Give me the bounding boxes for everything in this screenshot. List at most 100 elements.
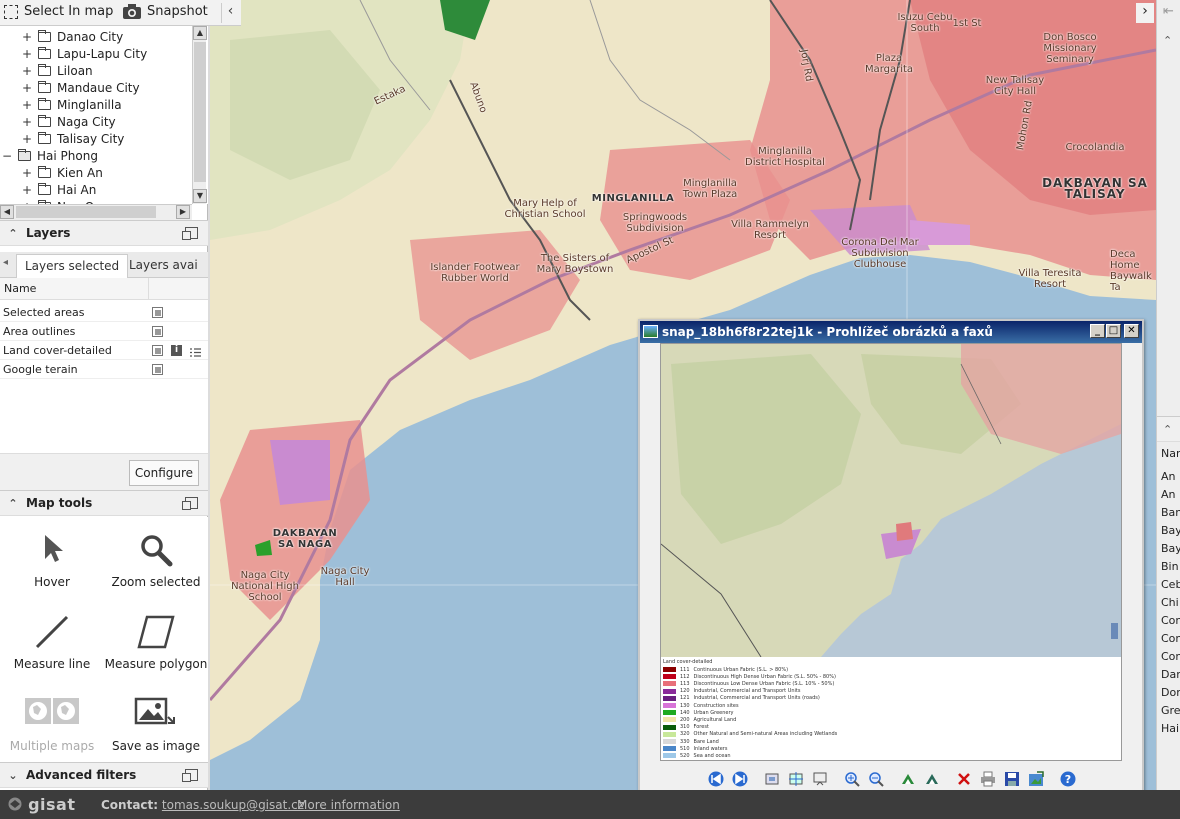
advanced-filters-section-header[interactable]: ⌄ Advanced filters [0,762,208,788]
right-list-item[interactable]: Dan [1161,668,1180,681]
expand-icon[interactable]: + [22,47,32,61]
tree-item[interactable]: + Kien An [22,164,103,181]
scroll-thumb[interactable] [16,206,156,218]
image-viewer-window[interactable]: snap_18bh6f8r22tej1k - Prohlížeč obrázků… [638,319,1144,800]
layer-row[interactable]: Area outlines [0,322,208,341]
tool-hover[interactable]: Hover [0,517,104,597]
close-button[interactable]: ✕ [1124,324,1139,338]
right-section-head[interactable]: ⌃ [1157,416,1180,442]
tree-item[interactable]: + Danao City [22,28,123,45]
tree-item[interactable]: + Lapu-Lapu City [22,45,147,62]
right-list-item[interactable]: An [1161,470,1176,483]
expand-icon[interactable]: + [22,166,32,180]
expand-icon[interactable]: + [22,98,32,112]
right-list-item[interactable]: Don [1161,686,1180,699]
select-in-map-button[interactable]: Select In map [4,4,113,19]
tree-item[interactable]: + Naga City [22,113,116,130]
right-list-item[interactable]: Con [1161,632,1180,645]
tool-measure-polygon[interactable]: Measure polygon [104,599,208,679]
expand-icon[interactable]: + [22,132,32,146]
tree-item[interactable]: + Hai An [22,181,96,198]
rotate-clockwise-icon[interactable] [900,771,916,787]
tab-scroll-left-icon[interactable]: ◂ [3,257,8,268]
collapse-left-icon[interactable]: ‹ [221,3,239,23]
tree-item[interactable]: + Minglanilla [22,96,122,113]
expand-icon[interactable]: + [22,183,32,197]
tool-zoom-selected[interactable]: Zoom selected [104,517,208,597]
right-list-item[interactable]: Con [1161,614,1180,627]
legend-swatch [663,688,676,694]
layer-row[interactable]: Google terain [0,360,208,379]
right-list-item[interactable]: Bin [1161,560,1179,573]
scroll-up-icon[interactable]: ▲ [193,26,207,40]
right-list-item[interactable]: Gre [1161,704,1180,717]
right-list-item[interactable]: Hai [1161,722,1179,735]
panel-end-icon[interactable]: ⇤ [1163,4,1174,19]
layer-row[interactable]: Selected areas [0,303,208,322]
tree-item[interactable]: + Talisay City [22,130,124,147]
minimize-button[interactable]: _ [1090,324,1105,338]
tab-layers-selected[interactable]: Layers selected [16,254,129,278]
slideshow-icon[interactable] [812,771,828,787]
right-list-item[interactable]: Bay [1161,542,1180,555]
right-list-item[interactable]: An [1161,488,1176,501]
save-icon[interactable] [1004,771,1020,787]
help-icon[interactable]: ? [1060,771,1076,787]
expand-icon[interactable]: + [22,115,32,129]
more-information-link[interactable]: More information [297,798,400,812]
next-image-icon[interactable] [732,771,748,787]
tree-vertical-scrollbar[interactable]: ▲ ▼ [192,26,207,204]
layers-section-header[interactable]: ⌃ Layers [0,220,208,246]
tool-multiple-maps[interactable]: Multiple maps [0,681,104,761]
zoom-out-icon[interactable] [868,771,884,787]
open-with-icon[interactable] [1028,771,1044,787]
gisat-logo[interactable]: gisat [8,795,75,814]
right-list-item[interactable]: Ceb [1161,578,1180,591]
right-list-item[interactable]: Con [1161,650,1180,663]
delete-icon[interactable] [956,771,972,787]
expand-icon[interactable]: + [22,81,32,95]
legend-icon[interactable] [190,345,201,357]
layer-row[interactable]: Land cover-detailed i [0,341,208,360]
collapse-icon[interactable]: − [2,149,12,163]
layer-opacity-icon[interactable] [152,326,163,337]
tool-save-as-image[interactable]: Save as image [104,681,208,761]
scroll-down-icon[interactable]: ▼ [193,189,207,203]
tree-item[interactable]: + Mandaue City [22,79,140,96]
expand-icon[interactable]: + [22,30,32,44]
map-tools-section-header[interactable]: ⌃ Map tools [0,490,208,516]
layer-opacity-icon[interactable] [152,307,163,318]
tree-item[interactable]: + Liloan [22,62,93,79]
scroll-right-icon[interactable]: ▶ [176,205,190,219]
layer-opacity-icon[interactable] [152,364,163,375]
configure-button[interactable]: Configure [129,460,199,486]
contact-email-link[interactable]: tomas.soukup@gisat.cz [162,798,304,812]
undock-icon[interactable] [182,227,198,240]
snapshot-button[interactable]: Snapshot [123,4,208,19]
right-list-item[interactable]: Bay [1161,524,1180,537]
expand-icon[interactable]: + [22,64,32,78]
tool-measure-line[interactable]: Measure line [0,599,104,679]
right-panel-collapse-icon[interactable]: › [1136,3,1154,23]
undock-icon[interactable] [182,497,198,510]
layer-opacity-icon[interactable] [152,345,163,356]
tree-item[interactable]: − Hai Phong [2,147,98,164]
right-list-item[interactable]: Chi [1161,596,1179,609]
previous-image-icon[interactable] [708,771,724,787]
right-list-item[interactable]: Ban [1161,506,1180,519]
rotate-counterclockwise-icon[interactable] [924,771,940,787]
scroll-thumb[interactable] [194,42,206,182]
actual-size-icon[interactable] [788,771,804,787]
tree-horizontal-scrollbar[interactable]: ◀ ▶ [0,204,192,220]
maximize-button[interactable]: □ [1106,324,1121,338]
tab-layers-available[interactable]: Layers avai [121,254,206,278]
chevron-up-icon[interactable]: ⌃ [1163,34,1172,47]
viewer-titlebar[interactable]: snap_18bh6f8r22tej1k - Prohlížeč obrázků… [640,321,1142,343]
zoom-in-icon[interactable] [844,771,860,787]
scroll-left-icon[interactable]: ◀ [0,205,14,219]
column-name-header[interactable]: Name [4,282,36,295]
print-icon[interactable] [980,771,996,787]
best-fit-icon[interactable] [764,771,780,787]
info-icon[interactable]: i [171,345,182,356]
undock-icon[interactable] [182,769,198,782]
